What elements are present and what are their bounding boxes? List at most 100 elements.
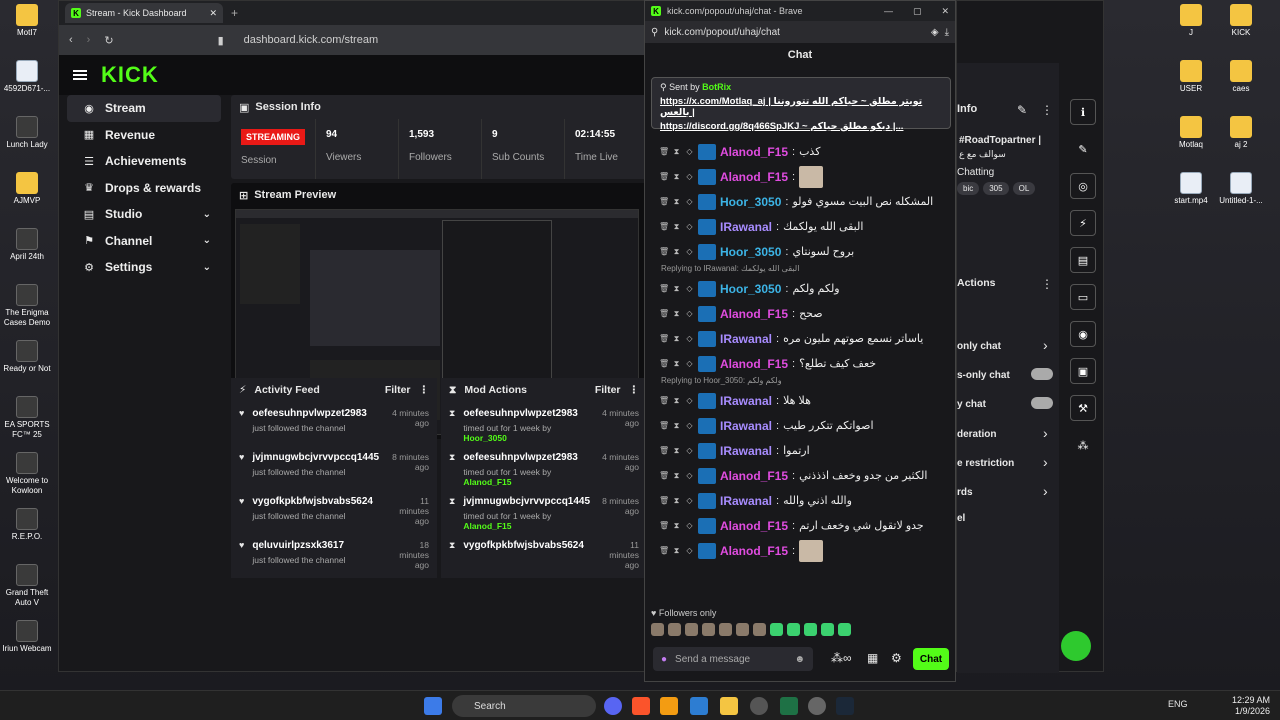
chat-username[interactable]: IRawanal: [720, 444, 772, 458]
pinned-link-x[interactable]: https://x.com/Motlaq_aj | تويتر مطلق ~ ح…: [660, 96, 942, 118]
desktop-icon[interactable]: 4592D671-...: [0, 60, 54, 94]
chat-username[interactable]: IRawanal: [720, 494, 772, 508]
info-icon[interactable]: ℹ: [1070, 99, 1096, 125]
chat-username[interactable]: Hoor_3050: [720, 245, 781, 259]
delete-icon[interactable]: 🗑: [659, 197, 669, 206]
more-icon[interactable]: ⋮: [1041, 103, 1053, 117]
chat-username[interactable]: Hoor_3050: [720, 195, 781, 209]
send-chat-button[interactable]: Chat: [913, 648, 949, 670]
desktop-icon[interactable]: start.mp4: [1164, 172, 1218, 206]
username[interactable]: oefeesuhnpvlwpzet2983: [463, 452, 593, 463]
chat-bubble-icon[interactable]: ▭: [1070, 284, 1096, 310]
chevron-down-icon[interactable]: ⌄: [203, 235, 211, 246]
chat-url[interactable]: kick.com/popout/uhaj/chat: [664, 27, 780, 38]
chat-setting-row[interactable]: el: [957, 513, 965, 524]
wrench-icon[interactable]: ⚒: [1070, 395, 1096, 421]
delete-icon[interactable]: 🗑: [659, 471, 669, 480]
edit-icon[interactable]: ✎: [1017, 103, 1027, 117]
brave-shield-icon[interactable]: ◈: [931, 27, 939, 38]
reload-icon[interactable]: ↻: [104, 34, 113, 47]
sidebar-item-channel[interactable]: ⚑ Channel ⌄: [67, 228, 221, 255]
username[interactable]: jvjmnugwbcjvrvvpccq1445: [463, 496, 593, 507]
discord-icon[interactable]: [604, 697, 622, 715]
menu-icon[interactable]: [73, 70, 87, 80]
emote-icon[interactable]: [736, 623, 749, 636]
sidebar-item-revenue[interactable]: ▦ Revenue: [67, 122, 221, 149]
sidebar-item-drops[interactable]: ♛ Drops & rewards: [67, 175, 221, 202]
chat-username[interactable]: Alanod_F15: [720, 544, 788, 558]
delete-icon[interactable]: 🗑: [659, 546, 669, 555]
chat-username[interactable]: IRawanal: [720, 419, 772, 433]
broadcast-icon[interactable]: ◉: [1070, 321, 1096, 347]
moderator-name[interactable]: Hoor_3050: [463, 433, 506, 443]
username[interactable]: oefeesuhnpvlwpzet2983: [463, 408, 592, 419]
more-icon[interactable]: ⋮: [629, 384, 640, 396]
category-chip[interactable]: 305: [983, 182, 1009, 195]
site-info-icon[interactable]: ⚲: [651, 27, 658, 38]
category-chip[interactable]: OL: [1012, 182, 1036, 195]
sidebar-item-studio[interactable]: ▤ Studio ⌄: [67, 201, 221, 228]
delete-icon[interactable]: 🗑: [659, 521, 669, 530]
delete-icon[interactable]: 🗑: [659, 421, 669, 430]
delete-icon[interactable]: 🗑: [659, 396, 669, 405]
nodes-icon[interactable]: ⁂: [1070, 432, 1096, 458]
chevron-right-icon[interactable]: ›: [1043, 337, 1048, 353]
delete-icon[interactable]: 🗑: [659, 247, 669, 256]
obs-icon[interactable]: [750, 697, 768, 715]
timeout-icon[interactable]: ⧗: [672, 359, 681, 369]
chat-username[interactable]: IRawanal: [720, 220, 772, 234]
support-icon[interactable]: [1061, 631, 1091, 661]
chat-username[interactable]: Alanod_F15: [720, 357, 788, 371]
timeout-icon[interactable]: ⧗: [672, 521, 681, 531]
timeout-icon[interactable]: ⧗: [672, 334, 681, 344]
emote-icon[interactable]: [702, 623, 715, 636]
more-icon[interactable]: ⋮: [1041, 277, 1053, 291]
delete-icon[interactable]: 🗑: [659, 172, 669, 181]
chat-setting-row[interactable]: rds: [957, 487, 973, 498]
timeout-icon[interactable]: ⧗: [672, 172, 681, 182]
activity-filter-button[interactable]: Filter: [385, 384, 411, 396]
file-explorer-icon[interactable]: [720, 697, 738, 715]
desktop-icon[interactable]: Grand Theft Auto V: [0, 564, 54, 608]
chat-username[interactable]: Alanod_F15: [720, 170, 788, 184]
pencil-icon[interactable]: ✎: [1070, 136, 1096, 162]
delete-icon[interactable]: 🗑: [659, 496, 669, 505]
timeout-icon[interactable]: ⧗: [672, 309, 681, 319]
chat-setting-row[interactable]: deration: [957, 429, 996, 440]
chat-setting-row[interactable]: y chat: [957, 399, 986, 410]
moderator-name[interactable]: Alanod_F15: [463, 477, 511, 487]
settings-icon[interactable]: ⚙: [891, 651, 902, 665]
username[interactable]: jvjmnugwbcjvrvvpccq1445: [252, 452, 379, 463]
timeout-icon[interactable]: ⧗: [672, 247, 681, 257]
desktop-icon[interactable]: Welcome to Kowloon: [0, 452, 54, 496]
close-tab-icon[interactable]: ✕: [209, 8, 217, 19]
chat-username[interactable]: Alanod_F15: [720, 307, 788, 321]
brave-icon[interactable]: [632, 697, 650, 715]
new-tab-icon[interactable]: +: [231, 6, 238, 20]
timeout-icon[interactable]: ⧗: [672, 197, 681, 207]
moderator-name[interactable]: Alanod_F15: [463, 521, 511, 531]
desktop-icon[interactable]: KICK: [1214, 4, 1268, 38]
taskbar-search[interactable]: Search: [452, 695, 596, 717]
desktop-icon[interactable]: Iriun Webcam: [0, 620, 54, 654]
kick-logo[interactable]: KICK: [101, 62, 159, 88]
emoji-icon[interactable]: ☻: [794, 654, 805, 665]
emote-icon[interactable]: [838, 623, 851, 636]
target-icon[interactable]: ◎: [1070, 173, 1096, 199]
chat-username[interactable]: Alanod_F15: [720, 469, 788, 483]
emote-icon[interactable]: [753, 623, 766, 636]
timeout-icon[interactable]: ⧗: [672, 421, 681, 431]
steam-icon[interactable]: [836, 697, 854, 715]
delete-icon[interactable]: 🗑: [659, 359, 669, 368]
emote-icon[interactable]: [804, 623, 817, 636]
desktop-icon[interactable]: MotI7: [0, 4, 54, 38]
chat-setting-row[interactable]: e restriction: [957, 458, 1014, 469]
chat-username[interactable]: Alanod_F15: [720, 519, 788, 533]
maximize-icon[interactable]: ▢: [913, 6, 922, 17]
gift-icon[interactable]: ▦: [867, 651, 878, 665]
clock[interactable]: 12:29 AM 1/9/2026: [1232, 695, 1270, 717]
chat-input[interactable]: ● Send a message ☻: [653, 647, 813, 671]
desktop-icon[interactable]: AJMVP: [0, 172, 54, 206]
desktop-icon[interactable]: Ready or Not: [0, 340, 54, 374]
toggle-switch[interactable]: [1031, 397, 1053, 409]
